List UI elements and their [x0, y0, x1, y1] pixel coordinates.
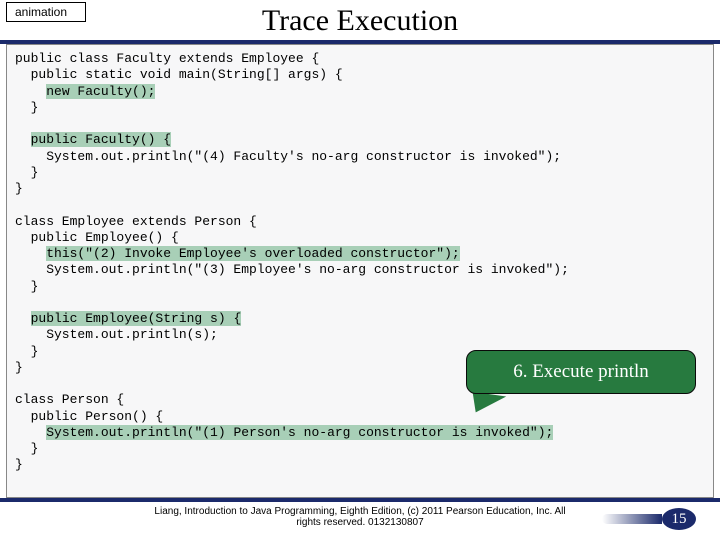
slide-title: Trace Execution [0, 4, 720, 38]
code-line: System.out.println("(3) Employee's no-ar… [15, 262, 569, 277]
code-line: class Person { [15, 392, 124, 407]
code-highlight: System.out.println("(1) Person's no-arg … [46, 425, 553, 440]
header-bar: animation Trace Execution [0, 0, 720, 44]
code-line: } [15, 441, 38, 456]
code-highlight: public Employee(String s) { [31, 311, 242, 326]
code-line [15, 425, 46, 440]
step-callout: 6. Execute println [466, 350, 696, 394]
footer: Liang, Introduction to Java Programming,… [0, 498, 720, 540]
code-line: } [15, 279, 38, 294]
code-line: System.out.println("(4) Faculty's no-arg… [15, 149, 561, 164]
page-number: 15 [662, 508, 696, 530]
code-line: } [15, 344, 38, 359]
code-highlight: this("(2) Invoke Employee's overloaded c… [46, 246, 459, 261]
code-line: System.out.println(s); [15, 327, 218, 342]
code-highlight: new Faculty(); [46, 84, 155, 99]
code-line [15, 246, 46, 261]
code-panel: public class Faculty extends Employee { … [6, 44, 714, 498]
code-line: public static void main(String[] args) { [15, 67, 343, 82]
code-line: } [15, 100, 38, 115]
code-line: public class Faculty extends Employee { [15, 51, 319, 66]
code-line [15, 84, 46, 99]
code-highlight: public Faculty() { [31, 132, 171, 147]
code-line: } [15, 165, 38, 180]
code-line: class Employee extends Person { [15, 214, 257, 229]
code-line: } [15, 457, 23, 472]
code-line: public Employee() { [15, 230, 179, 245]
code-line: } [15, 181, 23, 196]
code-line [15, 311, 31, 326]
code-line [15, 132, 31, 147]
animation-badge: animation [6, 2, 86, 22]
code-line: public Person() { [15, 409, 163, 424]
code-line: } [15, 360, 23, 375]
